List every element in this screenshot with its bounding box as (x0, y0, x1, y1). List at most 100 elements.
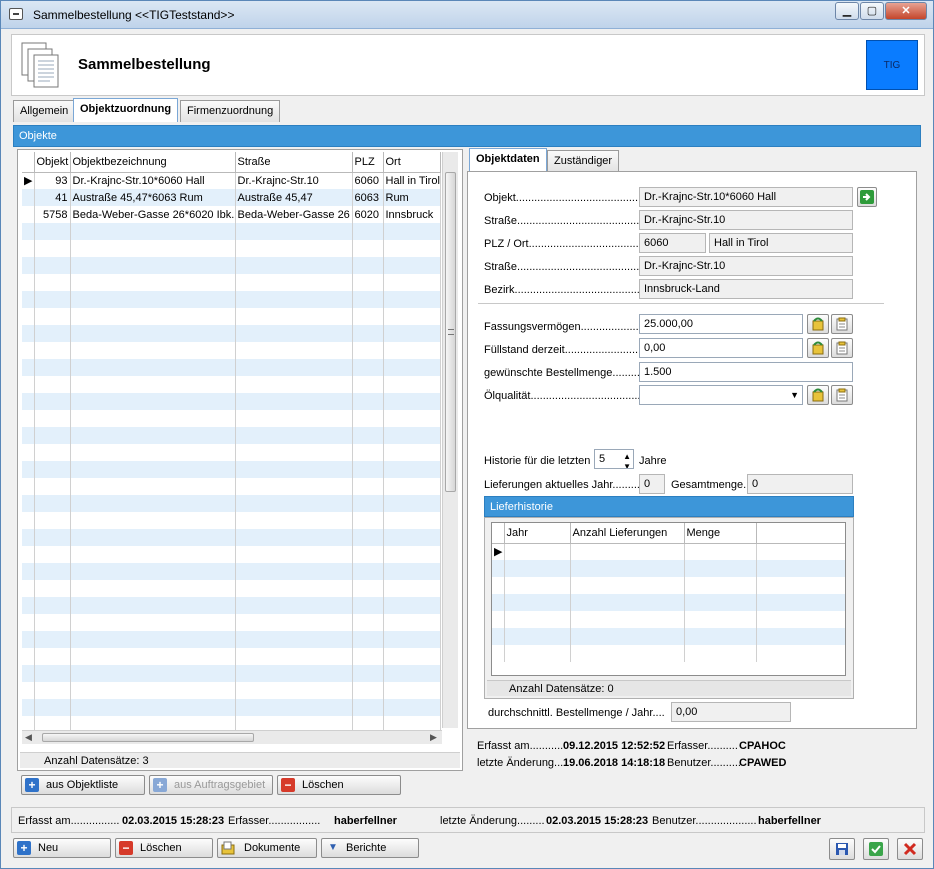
reports-button[interactable]: ▼ Berichte (321, 838, 419, 858)
oelqualitaet-label: Ölqualität..............................… (484, 390, 653, 402)
add-from-objektliste-button[interactable]: + aus Objektliste (21, 775, 145, 795)
arrow-right-icon (860, 190, 874, 204)
plz-field[interactable]: 6060 (639, 233, 706, 253)
window-menu-icon[interactable] (9, 8, 23, 20)
cell-strasse[interactable]: Austraße 45,47 (235, 189, 353, 206)
column-header-jahr[interactable]: Jahr (504, 523, 571, 544)
fuellstand-input[interactable]: 0,00 (639, 338, 803, 358)
objekt-field[interactable]: Dr.-Krajnc-Str.10*6060 Hall (639, 187, 853, 207)
cell-ort[interactable]: Hall in Tirol (383, 172, 441, 189)
avg-field[interactable]: 0,00 (671, 702, 791, 722)
lieferhistorie-count: Anzahl Datensätze: 0 (487, 680, 851, 696)
lieferhistorie-panel: Jahr Anzahl Lieferungen Menge ▶ Anzahl D… (484, 517, 854, 699)
scroll-left-arrow-icon[interactable]: ◀ (25, 732, 32, 743)
oelqualitaet-select[interactable]: ▼ (639, 385, 803, 405)
table-header-row: Objekt Objektbezeichnung Straße PLZ Ort (22, 152, 441, 173)
cell-plz[interactable]: 6020 (352, 206, 384, 223)
empty-row (492, 628, 845, 645)
footer-aenderung-label: letzte Änderung......... (440, 815, 545, 827)
cell-objekt[interactable]: 41 (34, 189, 71, 206)
goto-objekt-button[interactable] (857, 187, 877, 207)
plus-icon: + (17, 841, 31, 855)
chevron-down-icon[interactable]: ▼ (790, 386, 799, 404)
table-row[interactable]: ▶ 93 Dr.-Krajnc-Str.10*6060 Hall Dr.-Kra… (22, 172, 441, 189)
cell-ort[interactable]: Rum (383, 189, 441, 206)
lieferhistorie-table: Jahr Anzahl Lieferungen Menge ▶ (492, 523, 845, 662)
fuellstand-info-button[interactable] (831, 338, 853, 358)
delete-button[interactable]: − Löschen (115, 838, 213, 858)
empty-row (22, 444, 441, 461)
checkmark-icon (869, 842, 883, 856)
minimize-button[interactable]: ▁ (835, 2, 859, 20)
add-from-auftragsgebiet-button[interactable]: + aus Auftragsgebiet (149, 775, 273, 795)
cell-strasse[interactable]: Dr.-Krajnc-Str.10 (235, 172, 353, 189)
ort-field[interactable]: Hall in Tirol (709, 233, 853, 253)
fassung-input[interactable]: 25.000,00 (639, 314, 803, 334)
title-bar[interactable]: Sammelbestellung <<TIGTeststand>> ▁ ▢ ✕ (1, 1, 933, 29)
horizontal-scrollbar-thumb[interactable] (42, 733, 254, 742)
table-row[interactable]: 41 Austraße 45,47*6063 Rum Austraße 45,4… (22, 189, 441, 206)
lieferungen-field[interactable]: 0 (639, 474, 665, 494)
refresh-icon (812, 341, 824, 355)
row-indicator-header (22, 152, 35, 173)
bezirk-field[interactable]: Innsbruck-Land (639, 279, 853, 299)
scroll-right-arrow-icon[interactable]: ▶ (430, 732, 437, 743)
cancel-button[interactable] (897, 838, 923, 860)
tab-objektdaten[interactable]: Objektdaten (469, 148, 547, 172)
fuellstand-calc-button[interactable] (807, 338, 829, 358)
cell-plz[interactable]: 6063 (352, 189, 384, 206)
tab-objektzuordnung[interactable]: Objektzuordnung (73, 98, 179, 122)
strasse-field[interactable]: Dr.-Krajnc-Str.10 (639, 210, 853, 230)
column-header-menge[interactable]: Menge (684, 523, 757, 544)
save-button[interactable] (829, 838, 855, 860)
fassung-info-button[interactable] (831, 314, 853, 334)
tab-zustaendiger[interactable]: Zuständiger (547, 150, 620, 172)
tab-allgemein[interactable]: Allgemein (13, 100, 76, 122)
gesamtmenge-field[interactable]: 0 (747, 474, 853, 494)
column-header-objekt[interactable]: Objekt (34, 152, 71, 173)
column-header-objektbezeichnung[interactable]: Objektbezeichnung (70, 152, 236, 173)
empty-row (22, 342, 441, 359)
empty-row (22, 223, 441, 240)
divider (478, 303, 884, 304)
ok-button[interactable] (863, 838, 889, 860)
right-benutzer-label: Benutzer.......... (667, 757, 741, 769)
cell-objektbezeichnung[interactable]: Dr.-Krajnc-Str.10*6060 Hall (70, 172, 236, 189)
folder-documents-icon (221, 841, 235, 855)
strasse2-label: Straße..................................… (484, 261, 652, 273)
column-header-anzahl[interactable]: Anzahl Lieferungen (570, 523, 685, 544)
spin-down-icon[interactable]: ▼ (623, 458, 631, 468)
bestellmenge-input[interactable]: 1.500 (639, 362, 853, 382)
oelqualitaet-calc-button[interactable] (807, 385, 829, 405)
cell-objekt[interactable]: 5758 (34, 206, 71, 223)
table-row[interactable]: 5758 Beda-Weber-Gasse 26*6020 Ibk. Beda-… (22, 206, 441, 223)
delete-objekt-button[interactable]: − Löschen (277, 775, 401, 795)
column-header-plz[interactable]: PLZ (352, 152, 384, 173)
oelqualitaet-info-button[interactable] (831, 385, 853, 405)
cell-objekt[interactable]: 93 (34, 172, 71, 189)
documents-button[interactable]: Dokumente (217, 838, 317, 858)
vertical-scrollbar[interactable] (442, 152, 458, 728)
cell-ort[interactable]: Innsbruck (383, 206, 441, 223)
objekte-table: Objekt Objektbezeichnung Straße PLZ Ort … (22, 152, 441, 733)
empty-row (492, 645, 845, 662)
historie-spinner[interactable]: 5 ▲ ▼ (594, 449, 634, 469)
new-button[interactable]: + Neu (13, 838, 111, 858)
table-row[interactable]: ▶ (492, 543, 845, 560)
objekte-list-panel: Objekt Objektbezeichnung Straße PLZ Ort … (17, 149, 463, 771)
close-button[interactable]: ✕ (885, 2, 927, 20)
fassung-calc-button[interactable] (807, 314, 829, 334)
strasse2-field[interactable]: Dr.-Krajnc-Str.10 (639, 256, 853, 276)
vertical-scrollbar-thumb[interactable] (445, 172, 456, 492)
cell-plz[interactable]: 6060 (352, 172, 384, 189)
cell-objektbezeichnung[interactable]: Beda-Weber-Gasse 26*6020 Ibk. (70, 206, 236, 223)
row-indicator-icon: ▶ (492, 543, 505, 560)
cell-strasse[interactable]: Beda-Weber-Gasse 26 (235, 206, 353, 223)
maximize-button[interactable]: ▢ (860, 2, 884, 20)
column-header-ort[interactable]: Ort (383, 152, 441, 173)
column-header-strasse[interactable]: Straße (235, 152, 353, 173)
horizontal-scrollbar[interactable]: ◀ ▶ (22, 730, 442, 744)
cell-objektbezeichnung[interactable]: Austraße 45,47*6063 Rum (70, 189, 236, 206)
tab-firmenzuordnung[interactable]: Firmenzuordnung (180, 100, 281, 122)
clipboard-icon (836, 341, 848, 355)
